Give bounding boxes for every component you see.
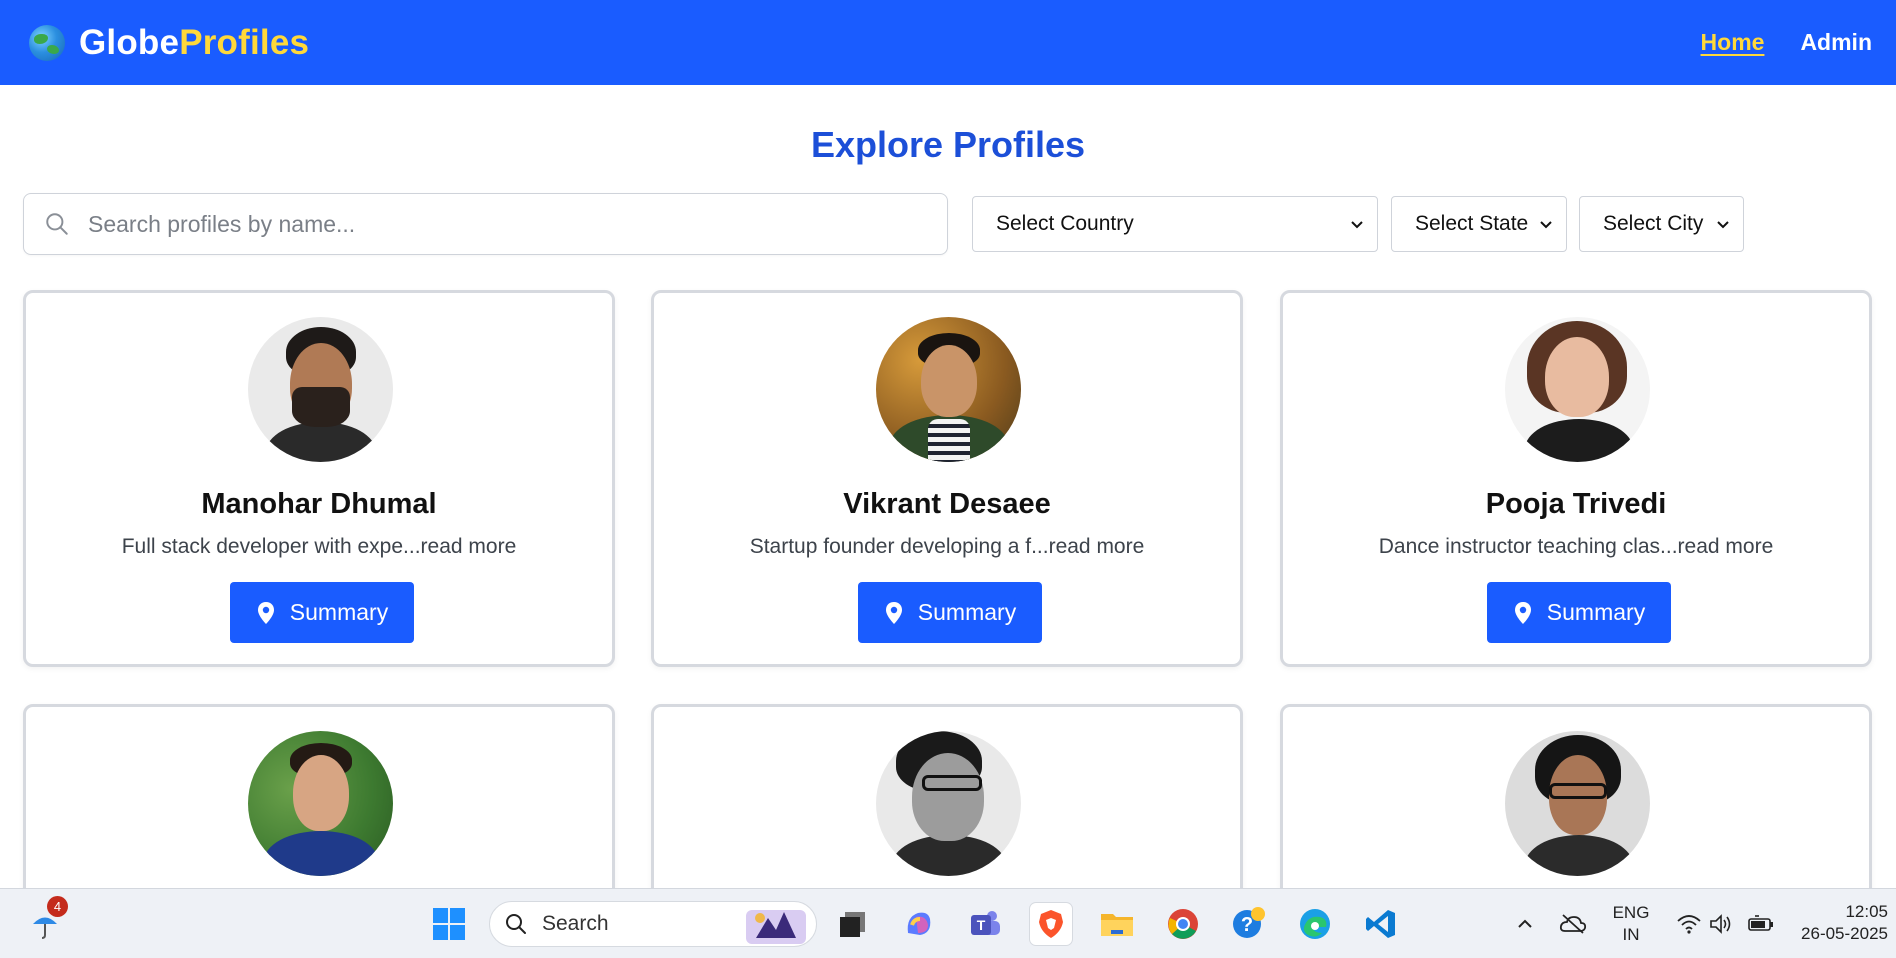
select-country-value: Select Country <box>996 212 1134 235</box>
svg-text:?: ? <box>1241 914 1253 936</box>
profile-description[interactable]: Startup founder developing a f...read mo… <box>654 535 1240 559</box>
teams-icon[interactable]: T <box>964 903 1006 945</box>
vscode-icon[interactable] <box>1360 903 1402 945</box>
map-pin-icon <box>1514 601 1531 624</box>
volume-icon[interactable] <box>1700 903 1742 945</box>
select-country[interactable]: Select Country <box>972 196 1378 252</box>
avatar <box>876 317 1021 462</box>
clock-time: 12:05 <box>1845 902 1888 921</box>
select-state[interactable]: Select State <box>1391 196 1567 252</box>
taskbar: 4 Search T ? ENG IN 12:05 26-05-2025 <box>0 888 1896 958</box>
windows-start-icon[interactable] <box>428 903 470 945</box>
taskbar-search-label: Search <box>542 912 609 935</box>
profile-name: Manohar Dhumal <box>201 488 437 520</box>
clock-date: 26-05-2025 <box>1801 924 1888 943</box>
language-code: ENG <box>1612 903 1650 922</box>
profile-card: Pooja Trivedi Dance instructor teaching … <box>1280 290 1872 667</box>
nav-link-home[interactable]: Home <box>1701 29 1765 56</box>
brand-logo[interactable]: GlobeProfiles <box>29 23 309 63</box>
notification-badge: 4 <box>47 896 68 917</box>
avatar <box>248 731 393 876</box>
nav-link-admin[interactable]: Admin <box>1800 29 1872 56</box>
summary-button-label: Summary <box>289 599 389 625</box>
edge-icon[interactable] <box>1294 903 1336 945</box>
language-region: IN <box>1622 925 1640 944</box>
select-city-value: Select City <box>1603 212 1704 235</box>
summary-button[interactable]: Summary <box>230 582 414 643</box>
map-pin-icon <box>257 601 274 624</box>
file-explorer-icon[interactable] <box>1096 903 1138 945</box>
profile-card <box>23 704 615 904</box>
avatar <box>248 317 393 462</box>
profile-card: Manohar Dhumal Full stack developer with… <box>23 290 615 667</box>
summary-button[interactable]: Summary <box>1487 582 1671 643</box>
map-pin-icon <box>885 601 902 624</box>
search-box[interactable] <box>23 193 948 255</box>
profile-description[interactable]: Dance instructor teaching clas...read mo… <box>1283 535 1869 559</box>
navbar: GlobeProfiles Home Admin <box>0 0 1896 85</box>
cloud-offline-icon[interactable] <box>1552 903 1594 945</box>
battery-icon[interactable] <box>1740 903 1782 945</box>
help-icon[interactable]: ? <box>1228 903 1270 945</box>
profile-name: Vikrant Desaee <box>843 488 1051 520</box>
select-state-value: Select State <box>1415 212 1529 235</box>
brand-name-globe: Globe <box>79 22 180 62</box>
select-city[interactable]: Select City <box>1579 196 1744 252</box>
globe-icon <box>29 24 65 61</box>
summary-button-label: Summary <box>1546 599 1646 625</box>
profile-card <box>651 704 1243 904</box>
chevron-down-icon <box>1540 221 1552 229</box>
chevron-down-icon <box>1717 221 1729 229</box>
nav-links: Home Admin <box>1701 29 1872 56</box>
clock[interactable]: 12:05 26-05-2025 <box>1792 901 1888 945</box>
copilot-icon[interactable] <box>898 903 940 945</box>
avatar <box>876 731 1021 876</box>
svg-text:T: T <box>977 917 986 933</box>
page-title: Explore Profiles <box>810 124 1086 165</box>
avatar <box>1505 317 1650 462</box>
search-icon <box>46 213 68 235</box>
profile-card: Vikrant Desaee Startup founder developin… <box>651 290 1243 667</box>
summary-button[interactable]: Summary <box>858 582 1042 643</box>
language-indicator[interactable]: ENG IN <box>1606 902 1656 946</box>
search-icon <box>506 914 526 934</box>
brand-name-profiles: Profiles <box>179 22 310 62</box>
taskbar-search[interactable]: Search <box>489 901 817 947</box>
task-view-icon[interactable] <box>832 903 874 945</box>
search-highlight-icon <box>746 910 806 944</box>
chevron-down-icon <box>1351 221 1363 229</box>
profile-card <box>1280 704 1872 904</box>
search-input[interactable] <box>88 210 908 238</box>
chrome-icon[interactable] <box>1162 903 1204 945</box>
brave-icon[interactable] <box>1030 903 1072 945</box>
profile-description[interactable]: Full stack developer with expe...read mo… <box>26 535 612 559</box>
chevron-up-icon[interactable] <box>1504 903 1546 945</box>
profile-name: Pooja Trivedi <box>1485 488 1667 520</box>
avatar <box>1505 731 1650 876</box>
summary-button-label: Summary <box>917 599 1017 625</box>
brand-name: GlobeProfiles <box>79 23 309 63</box>
